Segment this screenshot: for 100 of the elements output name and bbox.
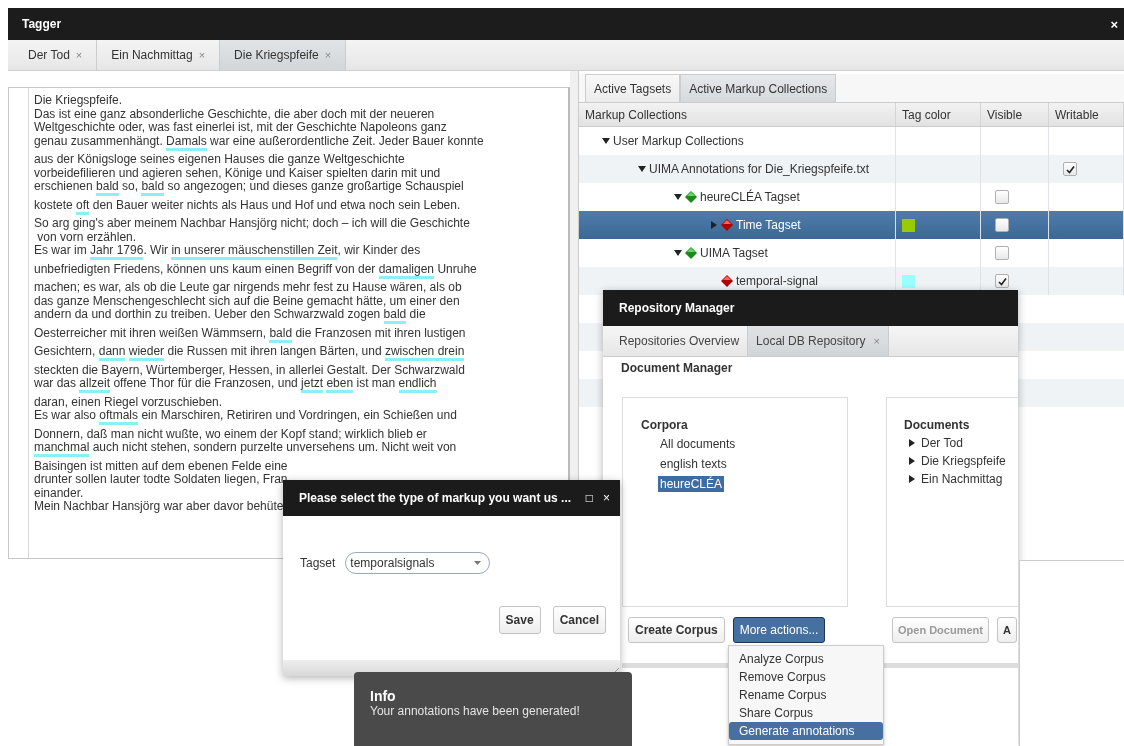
text-run: unbefriedigten Friedens, können uns kaum einen Begriff von der xyxy=(34,261,377,276)
dialog-button[interactable]: Save xyxy=(498,606,541,634)
document-tab[interactable]: Die Kriegspfeife × xyxy=(220,40,347,70)
annotated-word[interactable]: endlich xyxy=(398,376,437,393)
text-run: Weltgeschichte oder, was fast einerlei ist, mit der Geschichte Napoleons ganz xyxy=(34,120,447,134)
text-run: Es war im xyxy=(34,243,88,257)
corpus-item[interactable]: All documents xyxy=(658,436,738,452)
caret-icon[interactable] xyxy=(602,137,610,145)
panel-tab[interactable]: Active Markup Collections xyxy=(680,74,837,102)
action-button[interactable]: A xyxy=(996,617,1017,643)
column-header[interactable]: Writable xyxy=(1049,103,1124,126)
annotated-word[interactable]: damaligen xyxy=(378,261,435,279)
menu-item[interactable]: Analyze Corpus xyxy=(729,650,883,668)
column-header[interactable]: Markup Collections xyxy=(579,103,896,126)
text-run: drunter sollen lauter todte Soldaten liegen, Fran xyxy=(34,472,288,486)
checkbox[interactable] xyxy=(995,218,1009,232)
document-item[interactable]: Die Kriegspfeife xyxy=(921,454,1006,468)
text-run: Oesterreicher mit ihren weißen Wämmsern, xyxy=(34,325,268,340)
panel-tab[interactable]: Active Tagsets xyxy=(585,74,681,102)
corpus-item[interactable]: english texts xyxy=(658,456,729,472)
corpus-item[interactable]: heureCLÉA xyxy=(658,476,725,492)
tree-row[interactable]: UIMA Annotations for Die_Kriegspfeife.txt xyxy=(579,155,1124,183)
action-button[interactable]: More actions... xyxy=(732,617,826,643)
field-label: Tagset xyxy=(300,556,336,570)
text-run: ein Marschiren, Retiriren und Vordringen, ein Schießen und xyxy=(140,408,457,422)
text-run: auch nicht stehen, sondern purzelte unversehens um. Nicht weit von xyxy=(91,440,457,454)
maximize-button[interactable]: □ xyxy=(585,491,593,505)
annotated-word[interactable]: jetzt xyxy=(301,376,324,393)
text-run: war das xyxy=(34,376,78,390)
menu-item[interactable]: Remove Corpus xyxy=(729,668,883,686)
close-button[interactable]: × xyxy=(1110,16,1118,32)
menu-item[interactable]: Rename Corpus xyxy=(729,686,883,704)
text-run: Mein Nachbar Hansjörg war aber davor behüte xyxy=(34,499,284,513)
text-run: Das ist eine ganz absonderliche Geschichte, die aber doch mit der neueren xyxy=(34,106,435,121)
column-header[interactable]: Tag color xyxy=(896,103,981,126)
text-run: . Wir xyxy=(143,243,170,257)
annotated-word[interactable]: oftmals xyxy=(99,408,139,425)
checkbox[interactable] xyxy=(995,274,1009,288)
action-button[interactable]: Create Corpus xyxy=(628,617,725,643)
annotated-word[interactable]: wieder xyxy=(128,344,165,361)
tree-label: User Markup Collections xyxy=(613,134,744,148)
repository-tab[interactable]: Local DB Repository × xyxy=(748,326,889,356)
annotated-word[interactable]: allzeit xyxy=(79,376,111,393)
annotated-word[interactable]: zwischen drein xyxy=(384,344,465,361)
checkbox[interactable] xyxy=(995,246,1009,260)
text-run: steckten die Bayern, Würtemberger, Hessen, in allerlei Gestalt. Der Schwarzwald xyxy=(34,362,465,377)
tree-label: UIMA Annotations for Die_Kriegspfeife.txt xyxy=(649,162,870,176)
document-item[interactable]: Ein Nachmittag xyxy=(921,472,1003,486)
text-run: ist man xyxy=(355,376,397,390)
document-tab[interactable]: Der Tod × xyxy=(14,40,98,70)
menu-item[interactable]: Generate annotations xyxy=(729,722,883,740)
text-run: andern da und dorthin zu treiben. Ueber den Schwarzwald zogen xyxy=(34,307,382,321)
text-run: machen; es war, als ob die Leute gar nirgends mehr fest zu Hause wären, als ob xyxy=(34,280,462,294)
window-title: Repository Manager xyxy=(619,301,735,315)
text-run: den Bauer weiter nichts als Haus und Hof und etwa noch sein Leben. xyxy=(91,197,461,212)
section-heading: Document Manager xyxy=(620,360,734,377)
diamond-icon xyxy=(721,275,733,287)
annotated-word[interactable]: bald xyxy=(269,325,293,343)
annotated-word[interactable]: bald xyxy=(141,179,165,196)
annotated-word[interactable]: Damals xyxy=(166,133,207,151)
checkbox[interactable] xyxy=(1063,162,1077,176)
caret-icon[interactable] xyxy=(674,193,682,201)
annotated-word[interactable]: bald xyxy=(96,179,119,196)
annotated-word[interactable]: bald xyxy=(383,307,407,324)
close-button[interactable]: × xyxy=(603,491,610,505)
annotated-word[interactable]: eben xyxy=(326,376,354,393)
dialog-button[interactable]: Cancel xyxy=(552,606,606,634)
text-run: aus der Königsloge seines eigenen Hauses die ganze Weltgeschichte xyxy=(34,152,405,166)
text-run: genau zusammenhängt. xyxy=(34,133,164,148)
text-run: so, xyxy=(121,179,140,193)
tree-label: temporal-signal xyxy=(736,274,819,288)
menu-item[interactable]: Share Corpus xyxy=(729,704,883,722)
text-run: kostete xyxy=(34,197,74,212)
checkbox[interactable] xyxy=(995,190,1009,204)
text-run: erschienen xyxy=(34,179,94,193)
text-run: Gesichtern, xyxy=(34,344,97,358)
text-run: So arg ging's aber meinem Nachbar Hansjörg nicht; doch – ich will die Geschichte xyxy=(34,216,470,230)
text-run: war eine außerordentliche Zeit. Jeder Bauer konnte xyxy=(209,133,484,148)
text-run: Donnern, daß man nicht wußte, wo einem der Kopf stand; wirklich blieb er xyxy=(34,426,427,441)
caret-icon[interactable] xyxy=(908,457,916,465)
caret-icon[interactable] xyxy=(638,165,646,173)
text-run: von vorn erzählen. xyxy=(36,229,137,244)
tree-row[interactable]: Time Tagset xyxy=(579,211,1124,239)
text-run: die xyxy=(408,307,426,321)
window-title: Tagger xyxy=(22,17,62,31)
dialog-title: Please select the type of markup you want us ... xyxy=(299,491,572,505)
list-title: Documents xyxy=(904,418,971,432)
column-header[interactable]: Visible xyxy=(981,103,1049,126)
annotated-word[interactable]: dann xyxy=(98,344,126,361)
caret-icon[interactable] xyxy=(908,475,916,483)
document-item[interactable]: Der Tod xyxy=(921,436,963,450)
caret-icon[interactable] xyxy=(908,439,916,447)
text-run: daran, einen Riegel vorzuschieben. xyxy=(34,394,223,409)
text-run: Baisingen ist mitten auf dem ebenen Felde eine xyxy=(34,458,288,473)
text-run: Es war also xyxy=(34,408,98,422)
annotated-word[interactable]: oft xyxy=(76,197,90,215)
tree-label: Time Tagset xyxy=(736,218,801,232)
annotated-word[interactable]: manchmal xyxy=(34,440,90,457)
notification-message: Your annotations have been generated! xyxy=(370,704,581,718)
caret-icon[interactable] xyxy=(674,249,682,257)
